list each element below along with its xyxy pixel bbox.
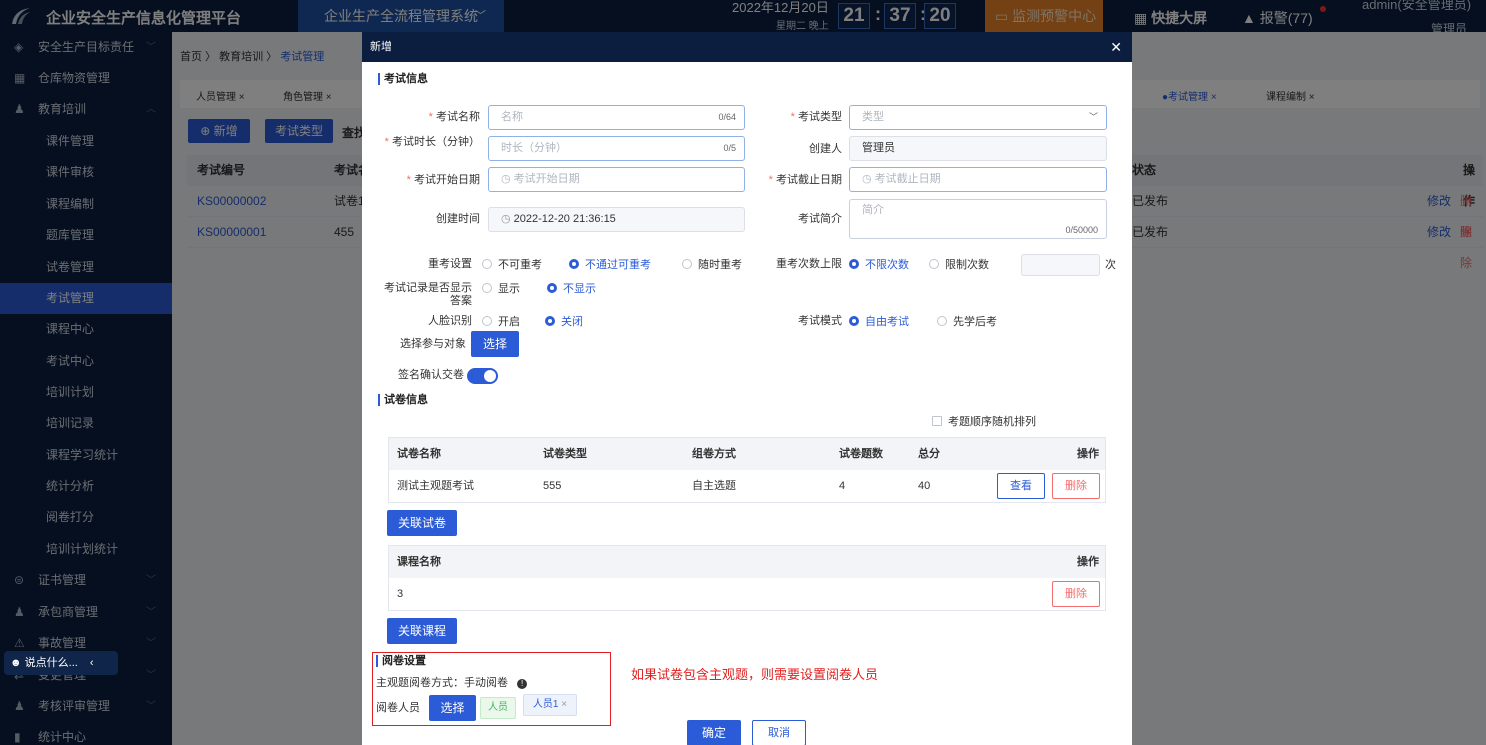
col-compose-method: 组卷方式 (692, 448, 736, 460)
show-answer-no[interactable]: 不显示 (547, 282, 596, 296)
char-count: 0/64 (718, 112, 736, 122)
start-date-input[interactable]: ◷ 考试开始日期 (488, 167, 745, 192)
clock-icon: ◷ (501, 213, 514, 225)
col-paper-type: 试卷类型 (543, 448, 587, 460)
collapse-icon[interactable]: ‹ (90, 657, 94, 669)
placeholder-text: 类型 (862, 111, 884, 123)
placeholder-text: 时长（分钟） (501, 142, 567, 154)
paper-table: 试卷名称 试卷类型 组卷方式 试卷题数 总分 操作 测试主观题考试 555 自主… (388, 437, 1106, 503)
course-table-header: 课程名称 操作 (389, 546, 1105, 578)
created-time-field: ◷ 2022-12-20 21:36:15 (488, 207, 745, 232)
dialog-header: 新增 ✕ (362, 32, 1132, 62)
chat-widget[interactable]: ☻ 说点什么... ‹ (4, 651, 118, 675)
question-count: 4 (839, 480, 846, 492)
link-course-button[interactable]: 关联课程 (387, 618, 457, 644)
paper-table-header: 试卷名称 试卷类型 组卷方式 试卷题数 总分 操作 (389, 438, 1105, 470)
dialog-title: 新增 (370, 41, 392, 53)
table-row: 测试主观题考试 555 自主选题 4 40 查看 删除 (389, 470, 1105, 502)
placeholder-text: 简介 (862, 204, 884, 216)
created-time-label: 创建时间 (436, 213, 480, 225)
chat-placeholder: 说点什么... (24, 657, 78, 669)
end-date-input[interactable]: ◷ 考试截止日期 (849, 167, 1107, 192)
start-date-label: * 考试开始日期 (406, 174, 480, 186)
created-time-value: 2022-12-20 21:36:15 (513, 213, 616, 225)
exam-mode-label: 考试模式 (798, 315, 842, 327)
clock-icon: ◷ (862, 173, 875, 185)
chevron-down-icon: ﹀ (1088, 112, 1098, 122)
retake-limit-limited[interactable]: 限制次数 (929, 258, 989, 272)
select-target-button[interactable]: 选择 (471, 331, 519, 357)
target-label: 选择参与对象 (400, 338, 466, 350)
col-total-score: 总分 (918, 448, 940, 460)
exam-type-select[interactable]: 类型 ﹀ (849, 105, 1107, 130)
mode-free[interactable]: 自由考试 (849, 315, 909, 329)
annotation-highlight-box (372, 652, 611, 726)
chat-face-icon: ☻ (10, 657, 22, 669)
col-ops: 操作 (1077, 448, 1099, 460)
retake-limit-unlimited[interactable]: 不限次数 (849, 258, 909, 272)
clock-icon: ◷ (501, 173, 514, 185)
duration-label: * 考试时长（分钟） (384, 136, 480, 148)
random-order-checkbox[interactable]: 考题顺序随机排列 (932, 415, 1036, 429)
link-paper-button[interactable]: 关联试卷 (387, 510, 457, 536)
retake-option-fail[interactable]: 不通过可重考 (569, 258, 651, 272)
add-exam-dialog: 新增 ✕ 考试信息 * 考试名称 名称 0/64 * 考试类型 类型 ﹀ * 考试时… (362, 32, 1132, 745)
close-icon[interactable]: ✕ (1110, 32, 1122, 62)
delete-course-button[interactable]: 删除 (1052, 581, 1100, 607)
exam-name-label: * 考试名称 (428, 111, 480, 123)
intro-label: 考试简介 (798, 213, 842, 225)
paper-type: 555 (543, 480, 562, 492)
compose-method: 自主选题 (692, 480, 736, 492)
col-paper-name: 试卷名称 (397, 448, 441, 460)
course-name: 3 (397, 588, 404, 600)
end-date-label: * 考试截止日期 (768, 174, 842, 186)
exam-type-label: * 考试类型 (790, 111, 842, 123)
col-question-count: 试卷题数 (839, 448, 883, 460)
retake-count-input[interactable] (1021, 254, 1100, 276)
char-count: 0/50000 (1065, 225, 1098, 235)
confirm-button[interactable]: 确定 (687, 720, 741, 745)
duration-input[interactable]: 时长（分钟） 0/5 (488, 136, 745, 161)
col-course-name: 课程名称 (397, 556, 441, 568)
section-exam-info: 考试信息 (378, 73, 428, 85)
creator-field: 管理员 (849, 136, 1107, 161)
face-off[interactable]: 关闭 (545, 315, 583, 329)
course-table: 课程名称 操作 3 删除 (388, 545, 1106, 611)
total-score: 40 (918, 480, 931, 492)
sign-toggle[interactable] (467, 368, 498, 384)
intro-textarea[interactable]: 简介 0/50000 (849, 199, 1107, 239)
face-on[interactable]: 开启 (482, 315, 520, 329)
paper-name: 测试主观题考试 (397, 480, 474, 492)
char-count: 0/5 (723, 143, 736, 153)
table-row: 3 删除 (389, 578, 1105, 610)
retake-label: 重考设置 (428, 258, 472, 270)
delete-paper-button[interactable]: 删除 (1052, 473, 1100, 499)
placeholder-text: 考试开始日期 (513, 173, 580, 185)
sign-label: 签名确认交卷 (398, 369, 464, 381)
show-answer-yes[interactable]: 显示 (482, 282, 520, 296)
retake-option-none[interactable]: 不可重考 (482, 258, 542, 272)
view-button[interactable]: 查看 (997, 473, 1045, 499)
show-answer-label: 考试记录是否显示答案 (384, 282, 472, 307)
mode-learn-first[interactable]: 先学后考 (937, 315, 997, 329)
retake-option-anytime[interactable]: 随时重考 (682, 258, 742, 272)
placeholder-text: 名称 (501, 111, 523, 123)
annotation-text: 如果试卷包含主观题，则需要设置阅卷人员 (631, 667, 879, 682)
cancel-button[interactable]: 取消 (752, 720, 806, 745)
face-recognition-label: 人脸识别 (428, 315, 472, 327)
retake-limit-label: 重考次数上限 (776, 258, 842, 270)
times-unit: 次 (1105, 259, 1116, 271)
col-ops: 操作 (1077, 556, 1099, 568)
exam-name-input[interactable]: 名称 0/64 (488, 105, 745, 130)
placeholder-text: 考试截止日期 (874, 173, 941, 185)
creator-label: 创建人 (809, 143, 842, 155)
section-paper-info: 试卷信息 (378, 394, 428, 406)
